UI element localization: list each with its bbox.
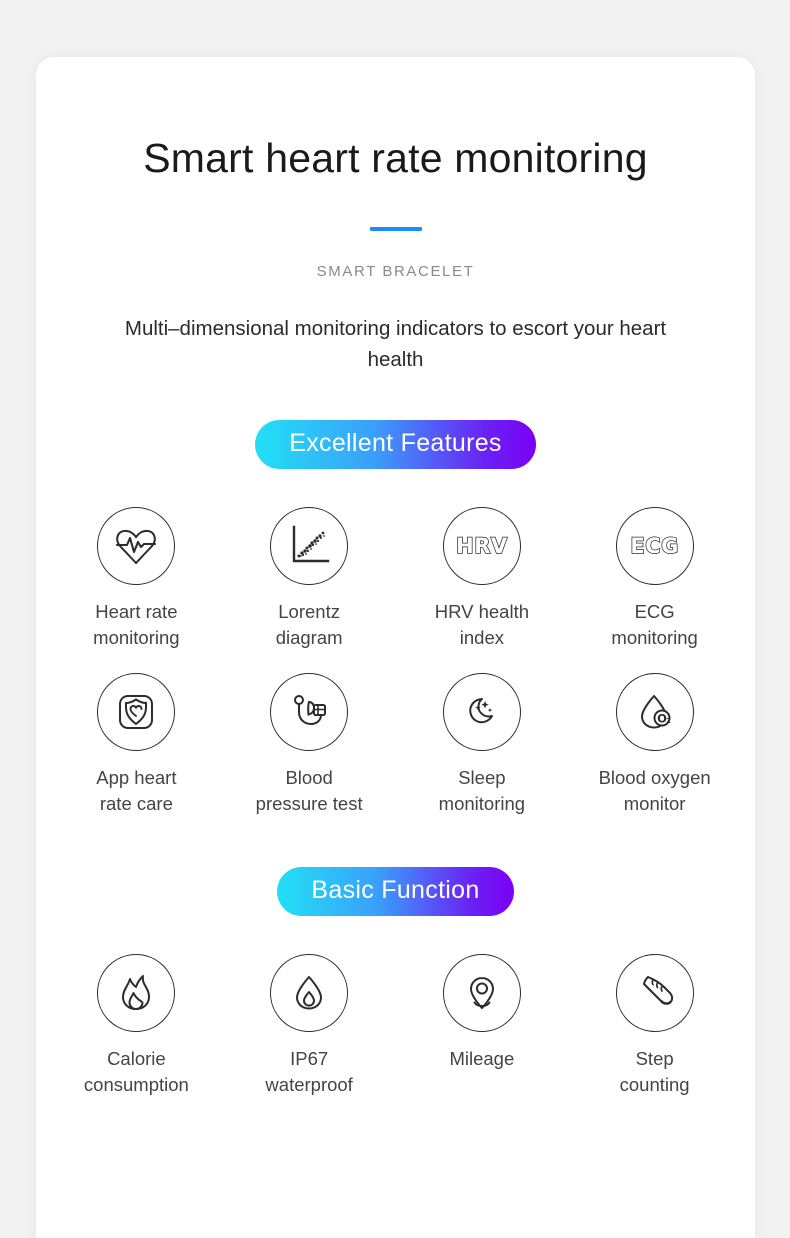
feature-blood-oxygen-monitor[interactable]: O 2 Blood oxygen monitor xyxy=(568,673,741,817)
feature-label: App heart rate care xyxy=(96,767,177,814)
excellent-features-row-1: Heart rate monitoring Lorentz diagram HR… xyxy=(36,507,755,651)
shoe-icon xyxy=(615,954,694,1032)
hrv-text-icon: HRV xyxy=(442,507,521,585)
feature-blood-pressure-test[interactable]: Blood pressure test xyxy=(223,673,396,817)
feature-label: ECG monitoring xyxy=(611,601,698,648)
feature-label: HRV health index xyxy=(434,601,530,648)
blood-pressure-cuff-icon xyxy=(270,673,349,751)
excellent-features-row-2: App heart rate care Blood pressure test xyxy=(36,673,755,817)
eyebrow-text: SMART BRACELET xyxy=(316,263,475,280)
feature-label: Lorentz diagram xyxy=(275,601,343,648)
feature-label: Step counting xyxy=(619,1048,690,1095)
feature-label: Mileage xyxy=(449,1048,515,1069)
heart-pulse-icon xyxy=(97,507,176,585)
basic-badge-wrap: Basic Function xyxy=(36,867,755,916)
page-title: Smart heart rate monitoring xyxy=(143,135,648,181)
ecg-label: ECG xyxy=(630,533,679,559)
feature-label: Calorie consumption xyxy=(83,1048,189,1095)
excellent-badge-wrap: Excellent Features xyxy=(36,420,755,469)
svg-text:2: 2 xyxy=(666,717,671,725)
badge-basic-function: Basic Function xyxy=(277,867,514,916)
lorentz-scatter-icon xyxy=(270,507,349,585)
feature-card: Smart heart rate monitoring SMART BRACEL… xyxy=(36,57,755,1238)
moon-stars-icon xyxy=(442,673,521,751)
water-droplet-icon xyxy=(270,954,349,1032)
flame-icon xyxy=(97,954,176,1032)
feature-hrv-health-index[interactable]: HRV HRV health index xyxy=(396,507,569,651)
product-feature-page: Smart heart rate monitoring SMART BRACEL… xyxy=(0,0,790,1238)
feature-app-heart-rate-care[interactable]: App heart rate care xyxy=(50,673,223,817)
feature-sleep-monitoring[interactable]: Sleep monitoring xyxy=(396,673,569,817)
feature-label: IP67 waterproof xyxy=(265,1048,353,1095)
hrv-label: HRV xyxy=(455,533,508,559)
basic-functions-row: Calorie consumption IP67 waterproof Mile… xyxy=(36,954,755,1098)
feature-ip67-waterproof[interactable]: IP67 waterproof xyxy=(223,954,396,1098)
feature-lorentz-diagram[interactable]: Lorentz diagram xyxy=(223,507,396,651)
accent-divider xyxy=(369,227,422,231)
ecg-text-icon: ECG xyxy=(615,507,694,585)
feature-calorie-consumption[interactable]: Calorie consumption xyxy=(50,954,223,1098)
feature-mileage[interactable]: Mileage xyxy=(396,954,569,1098)
badge-excellent-features: Excellent Features xyxy=(255,420,536,469)
divider-wrap xyxy=(36,218,755,236)
location-pin-icon xyxy=(442,954,521,1032)
feature-label: Blood oxygen monitor xyxy=(598,767,711,814)
shield-heart-icon xyxy=(97,673,176,751)
feature-label: Sleep monitoring xyxy=(438,767,526,814)
feature-label: Blood pressure test xyxy=(255,767,363,814)
feature-ecg-monitoring[interactable]: ECG ECG monitoring xyxy=(568,507,741,651)
feature-heart-rate-monitoring[interactable]: Heart rate monitoring xyxy=(50,507,223,651)
droplet-o2-icon: O 2 xyxy=(615,673,694,751)
lead-paragraph: Multi–dimensional monitoring indicators … xyxy=(124,317,667,371)
feature-label: Heart rate monitoring xyxy=(93,601,180,648)
feature-step-counting[interactable]: Step counting xyxy=(568,954,741,1098)
